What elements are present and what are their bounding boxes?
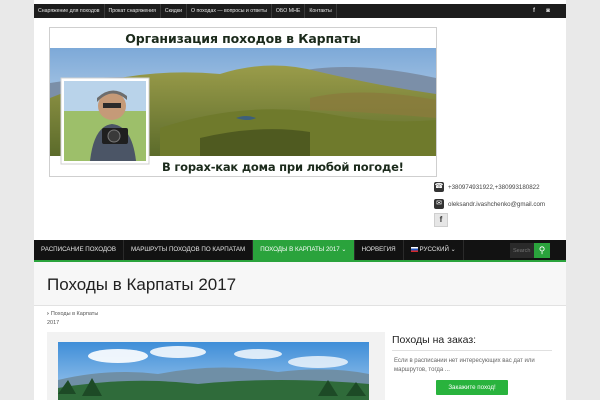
header-banner[interactable]: Организация походов в Карпаты В горах-ка… [49,27,437,177]
nav-item-routes[interactable]: МАРШРУТЫ ПОХОДОВ ПО КАРПАТАМ [124,240,254,260]
email-row[interactable]: ✉ oleksandr.ivashchenko@gmail.com [434,197,566,211]
phone-text: +380974931922,+380993180822 [448,183,540,191]
topnav-item-gear[interactable]: Снаряжение для походов [34,4,105,18]
topnav-item-about[interactable]: ОБО МНЕ [272,4,306,18]
top-nav: Снаряжение для походов Прокат снаряжения… [34,4,337,18]
search-button[interactable]: ⚲ [534,243,550,258]
chevron-right-icon: › [47,311,49,317]
post-image[interactable] [58,342,369,400]
phone-icon: ☎ [434,182,444,192]
russian-flag-icon [410,246,418,252]
search-box: ⚲ [510,243,550,258]
topnav-item-discounts[interactable]: Скидки [161,4,187,18]
main-content [47,332,385,400]
email-text[interactable]: oleksandr.ivashchenko@gmail.com [448,201,545,208]
facebook-icon[interactable]: f [434,213,448,227]
topnav-item-contacts[interactable]: Контакты [305,4,337,18]
topnav-item-faq[interactable]: О походах — вопросы и ответы [187,4,272,18]
envelope-icon: ✉ [434,199,444,209]
main-nav: РАСПИСАНИЕ ПОХОДОВ МАРШРУТЫ ПОХОДОВ ПО К… [34,240,566,262]
search-input[interactable] [510,243,534,258]
social-links: f ◙ [530,7,552,15]
widget-text: Если в расписании нет интересующих вас д… [394,358,535,373]
nav-item-hikes-2017[interactable]: ПОХОДЫ В КАРПАТЫ 2017 ⌄ [253,240,355,260]
nav-item-language[interactable]: РУССКИЙ ⌄ [404,240,464,260]
nav-item-schedule[interactable]: РАСПИСАНИЕ ПОХОДОВ [34,240,124,260]
search-icon: ⚲ [538,245,546,255]
breadcrumb-current: 2017 [47,320,60,326]
banner-subtitle: В горах-как дома при любой погоде! [162,160,404,174]
rss-icon[interactable]: ◙ [544,7,552,15]
banner-image [50,28,436,176]
page-title: Походы в Карпаты 2017 [47,275,237,294]
nav-item-norway[interactable]: НОРВЕГИЯ [355,240,404,260]
order-hike-button[interactable]: Закажите поход! [436,380,508,395]
breadcrumb-link[interactable]: Походы в Карпаты [51,311,98,317]
banner-title: Организация походов в Карпаты [125,31,361,46]
top-bar: Снаряжение для походов Прокат снаряжения… [34,4,566,18]
facebook-icon[interactable]: f [530,7,538,15]
page-wrapper: Снаряжение для походов Прокат снаряжения… [34,0,566,400]
breadcrumb: › Походы в Карпаты 2017 [47,310,127,328]
language-label: РУССКИЙ ⌄ [419,246,456,253]
contact-block: ☎ +380974931922,+380993180822 ✉ oleksand… [434,180,566,214]
sidebar-widget: Походы на заказ: Если в расписании нет и… [392,334,552,395]
widget-title: Походы на заказ: [392,334,552,351]
topnav-item-rental[interactable]: Прокат снаряжения [105,4,161,18]
mountain-photo [58,342,369,400]
page-header: Походы в Карпаты 2017 [34,262,566,306]
phone-row: ☎ +380974931922,+380993180822 [434,180,566,194]
